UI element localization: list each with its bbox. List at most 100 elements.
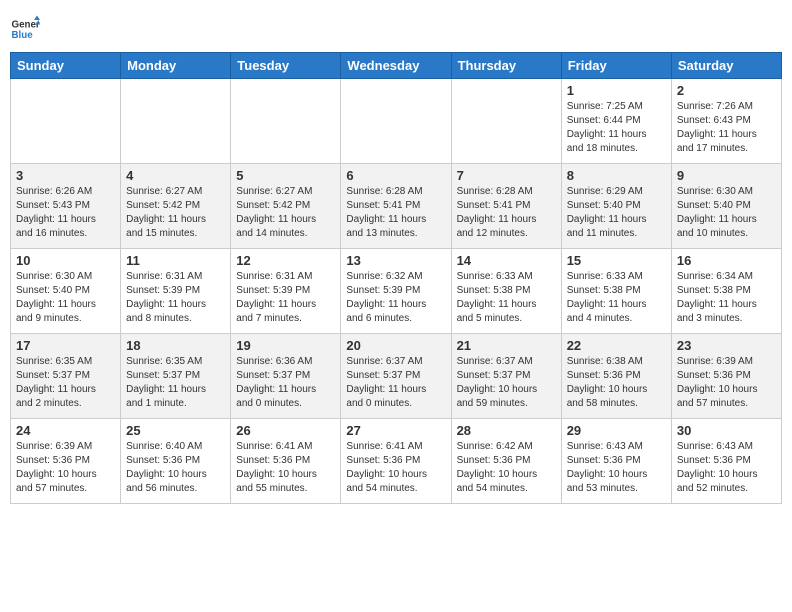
calendar-cell: 4Sunrise: 6:27 AM Sunset: 5:42 PM Daylig… <box>121 164 231 249</box>
day-number: 24 <box>16 423 115 438</box>
day-number: 29 <box>567 423 666 438</box>
day-info: Sunrise: 6:29 AM Sunset: 5:40 PM Dayligh… <box>567 185 666 241</box>
calendar-cell: 21 Sunrise: 6:37 AM Sunset: 5:37 PM Dayli… <box>451 334 561 419</box>
day-info: Sunrise: 6:26 AM Sunset: 5:43 PM Dayligh… <box>16 185 115 241</box>
weekday-header-row: SundayMondayTuesdayWednesdayThursdayFrid… <box>11 53 782 79</box>
calendar-week-row: 24 Sunrise: 6:39 AM Sunset: 5:36 PM Dayli… <box>11 419 782 504</box>
calendar-cell: 23Sunrise: 6:39 AM Sunset: 5:36 PM Dayli… <box>671 334 781 419</box>
calendar-body: 1 Sunrise: 7:25 AM Sunset: 6:44 PM Daylig… <box>11 79 782 504</box>
day-number: 21 <box>457 338 556 353</box>
day-number: 28 <box>457 423 556 438</box>
day-info: Sunrise: 7:26 AM Sunset: 6:43 PM Dayligh… <box>677 100 776 156</box>
day-number: 19 <box>236 338 335 353</box>
day-number: 26 <box>236 423 335 438</box>
calendar-week-row: 10 Sunrise: 6:30 AM Sunset: 5:40 PM Dayli… <box>11 249 782 334</box>
day-number: 27 <box>346 423 445 438</box>
calendar-week-row: 1 Sunrise: 7:25 AM Sunset: 6:44 PM Daylig… <box>11 79 782 164</box>
day-number: 25 <box>126 423 225 438</box>
day-info: Sunrise: 6:39 AM Sunset: 5:36 PM Dayligh… <box>677 355 776 411</box>
day-info: Sunrise: 6:37 AM Sunset: 5:37 PM Dayligh… <box>346 355 445 411</box>
day-info: Sunrise: 6:31 AM Sunset: 5:39 PM Dayligh… <box>236 270 335 326</box>
calendar-cell: 2 Sunrise: 7:26 AM Sunset: 6:43 PM Daylig… <box>671 79 781 164</box>
calendar-cell: 3 Sunrise: 6:26 AM Sunset: 5:43 PM Daylig… <box>11 164 121 249</box>
calendar-cell: 17 Sunrise: 6:35 AM Sunset: 5:37 PM Dayli… <box>11 334 121 419</box>
day-info: Sunrise: 6:32 AM Sunset: 5:39 PM Dayligh… <box>346 270 445 326</box>
calendar-cell: 16Sunrise: 6:34 AM Sunset: 5:38 PM Dayli… <box>671 249 781 334</box>
day-info: Sunrise: 6:28 AM Sunset: 5:41 PM Dayligh… <box>457 185 556 241</box>
day-info: Sunrise: 6:41 AM Sunset: 5:36 PM Dayligh… <box>236 440 335 496</box>
calendar-cell <box>11 79 121 164</box>
calendar-cell: 5 Sunrise: 6:27 AM Sunset: 5:42 PM Daylig… <box>231 164 341 249</box>
day-number: 17 <box>16 338 115 353</box>
weekday-header: Thursday <box>451 53 561 79</box>
calendar-cell: 29 Sunrise: 6:43 AM Sunset: 5:36 PM Dayli… <box>561 419 671 504</box>
day-info: Sunrise: 6:40 AM Sunset: 5:36 PM Dayligh… <box>126 440 225 496</box>
logo: General Blue <box>10 14 44 44</box>
day-number: 13 <box>346 253 445 268</box>
day-number: 30 <box>677 423 776 438</box>
day-info: Sunrise: 6:30 AM Sunset: 5:40 PM Dayligh… <box>677 185 776 241</box>
day-info: Sunrise: 6:34 AM Sunset: 5:38 PM Dayligh… <box>677 270 776 326</box>
day-info: Sunrise: 6:42 AM Sunset: 5:36 PM Dayligh… <box>457 440 556 496</box>
calendar-week-row: 3 Sunrise: 6:26 AM Sunset: 5:43 PM Daylig… <box>11 164 782 249</box>
weekday-header: Tuesday <box>231 53 341 79</box>
day-number: 2 <box>677 83 776 98</box>
day-number: 8 <box>567 168 666 183</box>
weekday-header: Wednesday <box>341 53 451 79</box>
calendar-cell: 30 Sunrise: 6:43 AM Sunset: 5:36 PM Dayli… <box>671 419 781 504</box>
calendar-cell: 6Sunrise: 6:28 AM Sunset: 5:41 PM Daylig… <box>341 164 451 249</box>
calendar-cell: 28 Sunrise: 6:42 AM Sunset: 5:36 PM Dayli… <box>451 419 561 504</box>
weekday-header: Friday <box>561 53 671 79</box>
day-info: Sunrise: 6:43 AM Sunset: 5:36 PM Dayligh… <box>567 440 666 496</box>
svg-text:General: General <box>12 20 41 31</box>
calendar-cell: 26 Sunrise: 6:41 AM Sunset: 5:36 PM Dayli… <box>231 419 341 504</box>
calendar-cell: 24 Sunrise: 6:39 AM Sunset: 5:36 PM Dayli… <box>11 419 121 504</box>
day-info: Sunrise: 6:35 AM Sunset: 5:37 PM Dayligh… <box>126 355 225 411</box>
svg-text:Blue: Blue <box>12 30 34 41</box>
day-number: 6 <box>346 168 445 183</box>
calendar-cell: 10 Sunrise: 6:30 AM Sunset: 5:40 PM Dayli… <box>11 249 121 334</box>
day-number: 18 <box>126 338 225 353</box>
day-number: 12 <box>236 253 335 268</box>
calendar-cell: 25 Sunrise: 6:40 AM Sunset: 5:36 PM Dayli… <box>121 419 231 504</box>
day-info: Sunrise: 6:27 AM Sunset: 5:42 PM Dayligh… <box>236 185 335 241</box>
day-info: Sunrise: 6:35 AM Sunset: 5:37 PM Dayligh… <box>16 355 115 411</box>
calendar-cell: 9 Sunrise: 6:30 AM Sunset: 5:40 PM Daylig… <box>671 164 781 249</box>
calendar-cell: 1 Sunrise: 7:25 AM Sunset: 6:44 PM Daylig… <box>561 79 671 164</box>
day-info: Sunrise: 6:38 AM Sunset: 5:36 PM Dayligh… <box>567 355 666 411</box>
weekday-header: Saturday <box>671 53 781 79</box>
day-info: Sunrise: 6:31 AM Sunset: 5:39 PM Dayligh… <box>126 270 225 326</box>
day-info: Sunrise: 6:41 AM Sunset: 5:36 PM Dayligh… <box>346 440 445 496</box>
day-number: 11 <box>126 253 225 268</box>
day-info: Sunrise: 6:33 AM Sunset: 5:38 PM Dayligh… <box>567 270 666 326</box>
calendar-cell: 12 Sunrise: 6:31 AM Sunset: 5:39 PM Dayli… <box>231 249 341 334</box>
calendar-cell: 13 Sunrise: 6:32 AM Sunset: 5:39 PM Dayli… <box>341 249 451 334</box>
day-info: Sunrise: 6:39 AM Sunset: 5:36 PM Dayligh… <box>16 440 115 496</box>
day-number: 1 <box>567 83 666 98</box>
calendar-cell: 11 Sunrise: 6:31 AM Sunset: 5:39 PM Dayli… <box>121 249 231 334</box>
calendar-cell: 20Sunrise: 6:37 AM Sunset: 5:37 PM Dayli… <box>341 334 451 419</box>
calendar-cell <box>231 79 341 164</box>
calendar-week-row: 17 Sunrise: 6:35 AM Sunset: 5:37 PM Dayli… <box>11 334 782 419</box>
day-number: 22 <box>567 338 666 353</box>
day-number: 5 <box>236 168 335 183</box>
calendar-table: SundayMondayTuesdayWednesdayThursdayFrid… <box>10 52 782 504</box>
day-info: Sunrise: 6:33 AM Sunset: 5:38 PM Dayligh… <box>457 270 556 326</box>
day-number: 3 <box>16 168 115 183</box>
calendar-cell: 7Sunrise: 6:28 AM Sunset: 5:41 PM Daylig… <box>451 164 561 249</box>
day-number: 10 <box>16 253 115 268</box>
weekday-header: Monday <box>121 53 231 79</box>
calendar-cell: 18 Sunrise: 6:35 AM Sunset: 5:37 PM Dayli… <box>121 334 231 419</box>
day-info: Sunrise: 6:43 AM Sunset: 5:36 PM Dayligh… <box>677 440 776 496</box>
calendar-cell: 14Sunrise: 6:33 AM Sunset: 5:38 PM Dayli… <box>451 249 561 334</box>
day-info: Sunrise: 6:37 AM Sunset: 5:37 PM Dayligh… <box>457 355 556 411</box>
logo-icon: General Blue <box>10 14 40 44</box>
calendar-cell <box>451 79 561 164</box>
day-info: Sunrise: 6:27 AM Sunset: 5:42 PM Dayligh… <box>126 185 225 241</box>
calendar-cell: 15Sunrise: 6:33 AM Sunset: 5:38 PM Dayli… <box>561 249 671 334</box>
calendar-cell: 8 Sunrise: 6:29 AM Sunset: 5:40 PM Daylig… <box>561 164 671 249</box>
calendar-cell: 22 Sunrise: 6:38 AM Sunset: 5:36 PM Dayli… <box>561 334 671 419</box>
day-number: 9 <box>677 168 776 183</box>
day-info: Sunrise: 6:30 AM Sunset: 5:40 PM Dayligh… <box>16 270 115 326</box>
day-info: Sunrise: 7:25 AM Sunset: 6:44 PM Dayligh… <box>567 100 666 156</box>
